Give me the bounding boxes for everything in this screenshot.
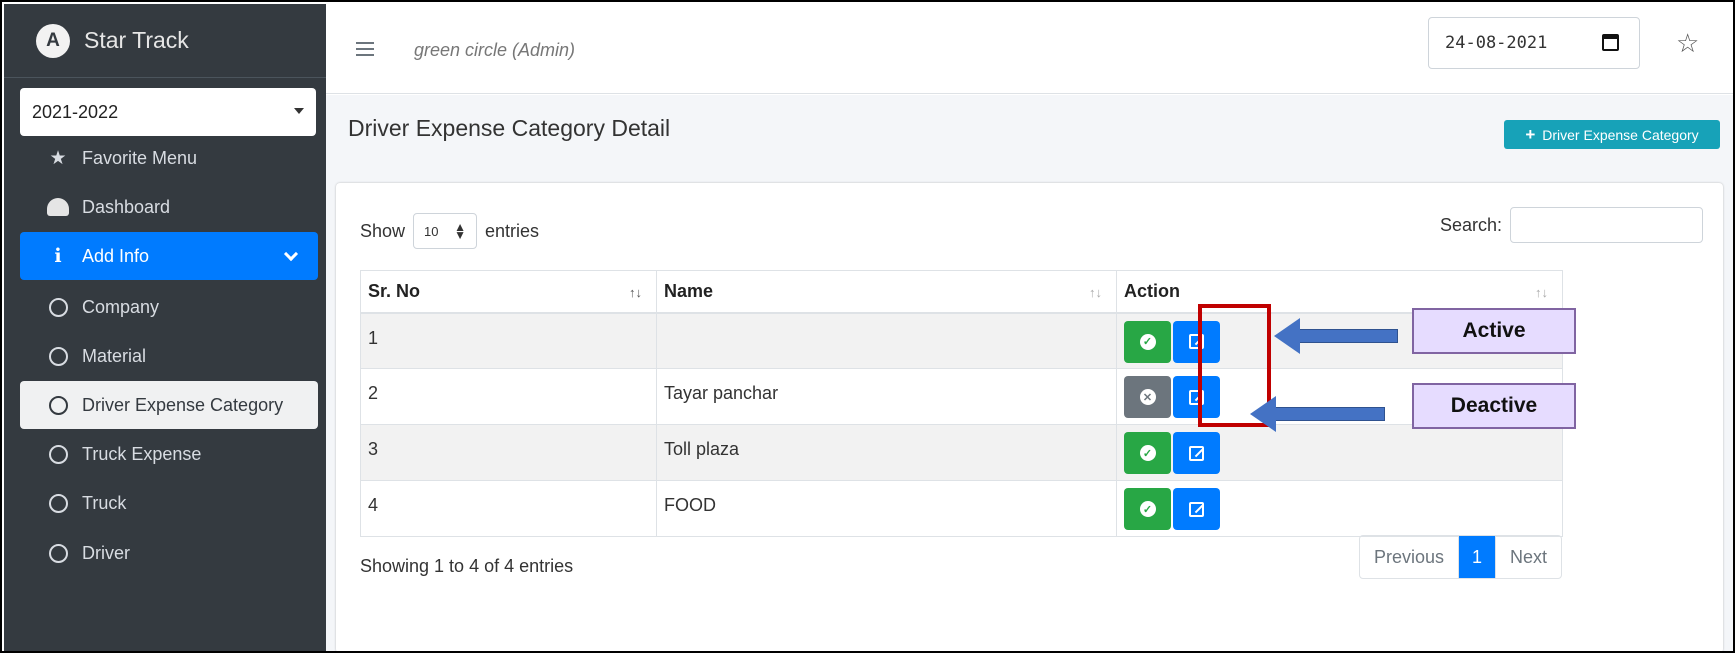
cell-name: Toll plaza xyxy=(656,424,1117,481)
table-info: Showing 1 to 4 of 4 entries xyxy=(360,556,574,576)
annotation-deactive: Deactive xyxy=(1412,383,1576,429)
cell-action: ✓ xyxy=(1116,480,1563,537)
search-control: Search: xyxy=(1440,207,1703,243)
sidebar-item-label: Material xyxy=(82,345,147,366)
cell-sr-no: 4 xyxy=(360,480,657,537)
pagination-page-current[interactable]: 1 xyxy=(1459,536,1497,578)
sidebar-item-material[interactable]: Material xyxy=(20,332,318,380)
edit-icon xyxy=(1189,501,1204,517)
circle-icon xyxy=(46,297,70,317)
brand[interactable]: A Star Track xyxy=(4,4,326,78)
sidebar: A Star Track 2021-2022 ★ Favorite Menu D… xyxy=(4,4,326,651)
sidebar-item-label: Add Info xyxy=(82,245,150,266)
table-row: 4 FOOD ✓ xyxy=(360,480,1563,537)
entries-label: entries xyxy=(485,220,540,241)
sidebar-item-truck-expense[interactable]: Truck Expense xyxy=(20,430,318,478)
entries-per-page-value: 10 xyxy=(424,223,439,239)
sort-icon: ↑↓ xyxy=(1089,285,1102,300)
info-icon: i xyxy=(54,245,62,267)
circle-icon xyxy=(46,395,70,415)
edit-button[interactable] xyxy=(1173,488,1220,530)
caret-down-icon xyxy=(294,108,304,114)
sidebar-item-favorite-menu[interactable]: ★ Favorite Menu xyxy=(20,134,318,182)
sidebar-item-truck[interactable]: Truck xyxy=(20,479,318,527)
column-header-name[interactable]: Name ↑↓ xyxy=(656,270,1117,314)
calendar-icon[interactable] xyxy=(1602,34,1619,51)
sort-asc-icon: ↑↓ xyxy=(629,285,642,300)
activate-toggle-button[interactable]: ✓ xyxy=(1124,432,1171,474)
column-header-sr-no[interactable]: Sr. No ↑↓ xyxy=(360,270,657,314)
cell-action: ✓ xyxy=(1116,424,1563,481)
sidebar-item-dashboard[interactable]: Dashboard xyxy=(20,183,318,231)
top-navbar: green circle (Admin) 24-08-2021 ☆ xyxy=(326,4,1733,94)
sidebar-item-label: Dashboard xyxy=(82,196,171,217)
table-header-row: Sr. No ↑↓ Name ↑↓ Action ↑↓ xyxy=(360,270,1563,314)
brand-name: Star Track xyxy=(84,27,189,53)
brand-logo-icon: A xyxy=(36,23,70,58)
page-title: Driver Expense Category Detail xyxy=(348,115,671,141)
plus-icon: + xyxy=(1525,124,1536,144)
pagination: Previous 1 Next xyxy=(1359,535,1563,579)
entries-per-page-select[interactable]: 10 ▲ ▼ xyxy=(413,213,478,249)
chevron-down-icon xyxy=(283,246,299,262)
check-circle-icon: ✓ xyxy=(1139,445,1156,461)
sidebar-item-label: Truck xyxy=(82,492,127,513)
entries-length-control: Show 10 ▲ ▼ entries xyxy=(360,213,539,249)
column-header-action[interactable]: Action ↑↓ xyxy=(1116,270,1563,314)
activate-toggle-button[interactable]: ✓ xyxy=(1124,320,1171,363)
cell-name: Tayar panchar xyxy=(656,368,1117,425)
star-icon: ★ xyxy=(49,147,67,169)
cell-name xyxy=(656,312,1117,369)
arrow-left-icon xyxy=(1274,318,1398,354)
cell-sr-no: 1 xyxy=(360,312,657,369)
main-content: Driver Expense Category Detail + Driver … xyxy=(326,95,1733,651)
cell-sr-no: 2 xyxy=(360,368,657,425)
sidebar-item-label: Driver Expense Category xyxy=(82,394,284,415)
add-button-label: Driver Expense Category xyxy=(1542,126,1699,143)
circle-icon xyxy=(46,444,70,464)
circle-icon xyxy=(46,346,70,366)
show-label: Show xyxy=(360,220,406,241)
cell-sr-no: 3 xyxy=(360,424,657,481)
pagination-next[interactable]: Next xyxy=(1496,536,1561,578)
check-circle-icon: ✓ xyxy=(1139,333,1156,350)
cell-name: FOOD xyxy=(656,480,1117,537)
sidebar-item-company[interactable]: Company xyxy=(20,283,318,331)
search-input[interactable] xyxy=(1510,207,1703,243)
activate-toggle-button[interactable]: ✓ xyxy=(1124,488,1171,530)
hamburger-menu-icon[interactable] xyxy=(356,42,374,60)
sort-updown-icon: ▲ ▼ xyxy=(454,220,467,242)
add-driver-expense-category-button[interactable]: + Driver Expense Category xyxy=(1504,120,1720,149)
financial-year-select[interactable]: 2021-2022 xyxy=(20,88,316,136)
financial-year-value: 2021-2022 xyxy=(32,101,119,122)
sort-icon: ↑↓ xyxy=(1535,285,1548,300)
pagination-previous[interactable]: Previous xyxy=(1360,536,1460,578)
sidebar-item-driver-expense-category[interactable]: Driver Expense Category xyxy=(20,381,318,429)
app-frame: A Star Track 2021-2022 ★ Favorite Menu D… xyxy=(0,0,1735,653)
dashboard-icon xyxy=(46,198,70,216)
circle-icon xyxy=(46,493,70,513)
date-input[interactable]: 24-08-2021 xyxy=(1428,17,1640,69)
sidebar-item-add-info[interactable]: i Add Info xyxy=(20,232,318,280)
check-circle-icon: ✓ xyxy=(1139,501,1156,517)
user-label: green circle (Admin) xyxy=(414,40,576,60)
sidebar-item-label: Favorite Menu xyxy=(82,147,198,168)
arrow-left-icon xyxy=(1250,396,1385,432)
circle-icon xyxy=(46,543,70,563)
annotation-active: Active xyxy=(1412,308,1576,354)
deactivate-toggle-button[interactable]: ✕ xyxy=(1124,376,1171,418)
sidebar-item-label: Company xyxy=(82,296,160,317)
date-value: 24-08-2021 xyxy=(1445,33,1548,53)
star-outline-icon[interactable]: ☆ xyxy=(1676,28,1699,59)
sidebar-item-driver[interactable]: Driver xyxy=(20,529,318,577)
edit-button[interactable] xyxy=(1173,432,1220,474)
sidebar-item-label: Driver xyxy=(82,542,130,563)
table-row: 3 Toll plaza ✓ xyxy=(360,424,1563,481)
search-label: Search: xyxy=(1439,214,1502,235)
sidebar-item-label: Truck Expense xyxy=(82,443,202,464)
edit-icon xyxy=(1189,445,1204,461)
times-circle-icon: ✕ xyxy=(1139,389,1156,405)
